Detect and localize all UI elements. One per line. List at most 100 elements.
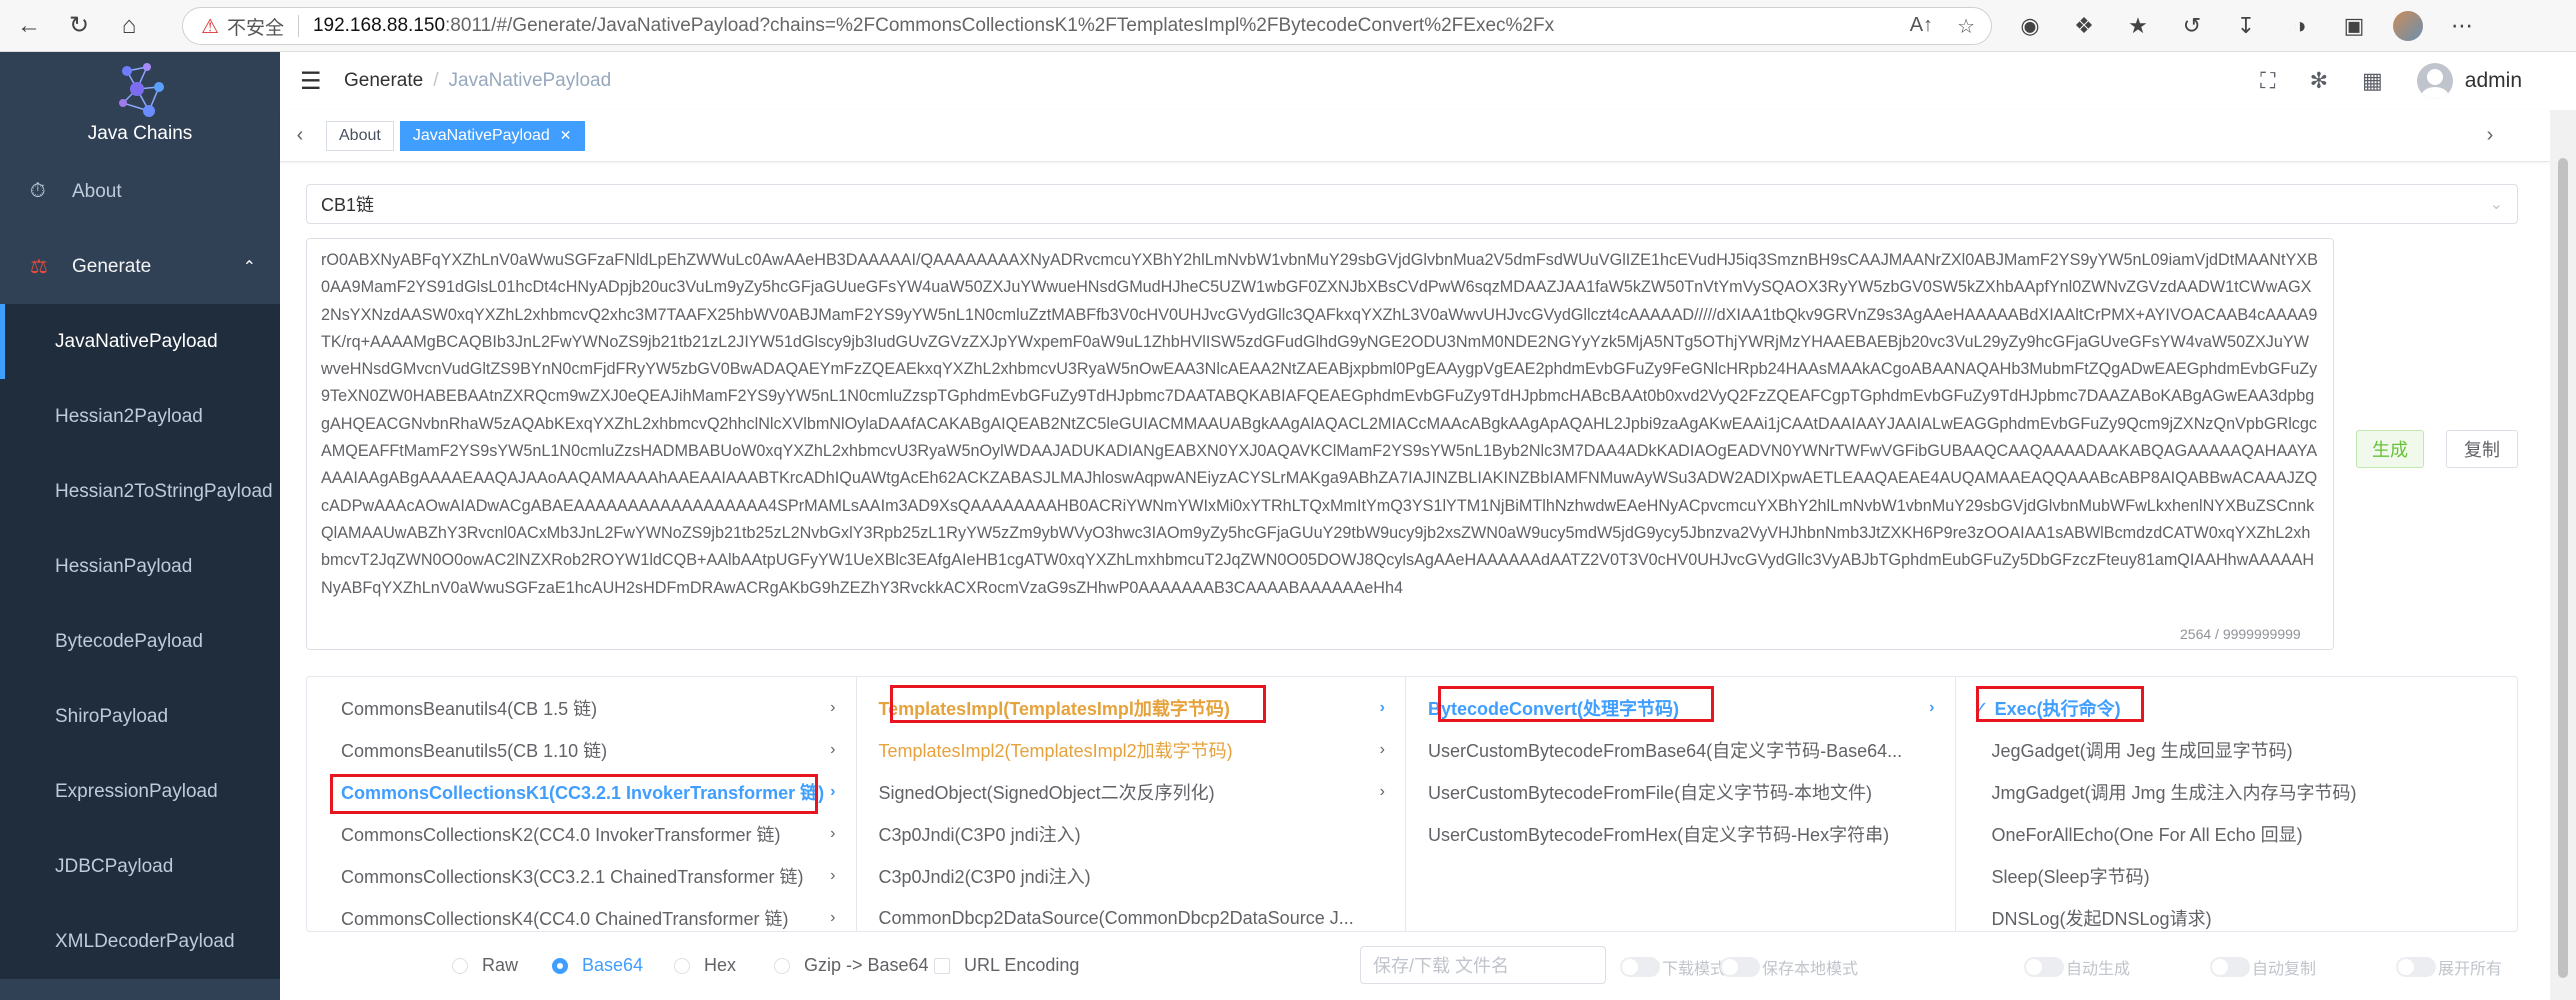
favorite-star-icon[interactable]: ☆ — [1957, 14, 1975, 39]
switch-label: 保存本地模式 — [1762, 961, 1859, 978]
download-icon[interactable]: ↧ — [2226, 6, 2266, 46]
radio-dot — [774, 957, 790, 974]
expand-all-switch[interactable]: 展开所有 — [2396, 955, 2502, 979]
radio-hex[interactable]: Hex — [674, 955, 736, 976]
history-icon[interactable]: ↺ — [2172, 6, 2212, 46]
cascader-option[interactable]: CommonsCollectionsK2(CC4.0 InvokerTransf… — [307, 813, 856, 855]
cascader-option[interactable]: DNSLog(发起DNSLog请求) — [1956, 897, 2517, 931]
close-icon[interactable]: ✕ — [560, 127, 572, 144]
cascader-option[interactable]: CommonDbcp2DataSource(CommonDbcp2DataSou… — [857, 897, 1406, 931]
cascader-option-selected[interactable]: CommonsCollectionsK1(CC3.2.1 InvokerTran… — [307, 771, 856, 813]
cascader-option[interactable]: JegGadget(调用 Jeg 生成回显字节码) — [1956, 729, 2517, 771]
about-icon: ⏱ — [30, 180, 46, 202]
sidebar-item-javanativepayload[interactable]: JavaNativePayload — [0, 304, 280, 379]
address-bar[interactable]: ⚠ 不安全 192.168.88.150 :8011/#/Generate/Ja… — [182, 7, 1992, 45]
user-avatar[interactable] — [2416, 63, 2453, 99]
cascader-option[interactable]: UserCustomBytecodeFromBase64(自定义字节码-Base… — [1406, 729, 1955, 771]
scrollbar-thumb[interactable] — [2558, 158, 2568, 978]
option-label: BytecodeConvert(处理字节码) — [1428, 699, 1680, 719]
logo[interactable]: Java Chains — [0, 52, 280, 154]
chain-select[interactable]: CB1链 ⌄ — [306, 184, 2518, 224]
username[interactable]: admin — [2465, 69, 2522, 93]
download-mode-switch[interactable]: 下载模式 — [1620, 955, 1726, 979]
radio-raw[interactable]: Raw — [452, 955, 518, 976]
sidebar-item-shiropayload[interactable]: ShiroPayload — [0, 679, 280, 754]
sidebar-item-hessian2payload[interactable]: Hessian2Payload — [0, 379, 280, 454]
auto-generate-switch[interactable]: 自动生成 — [2024, 955, 2130, 979]
sidebar-item-hessian2tostringpayload[interactable]: Hessian2ToStringPayload — [0, 454, 280, 529]
cascader-option[interactable]: UserCustomBytecodeFromFile(自定义字节码-本地文件) — [1406, 771, 1955, 813]
sidebar-item-jdbcpayload[interactable]: JDBCPayload — [0, 829, 280, 904]
chevron-right-icon: › — [1929, 699, 1935, 716]
switch-label: 展开所有 — [2438, 961, 2503, 978]
cascader-option[interactable]: CommonsBeanutils5(CB 1.10 链) › — [307, 729, 856, 771]
layout-grid-icon[interactable]: ▦ — [2362, 68, 2383, 94]
switch-label: 自动复制 — [2252, 961, 2317, 978]
hamburger-icon[interactable]: ☰ — [300, 67, 322, 96]
tags-scroll-left-icon[interactable]: ‹ — [280, 124, 320, 147]
cascader-option-selected[interactable]: ✓ Exec(执行命令) — [1956, 687, 2517, 729]
refresh-icon[interactable]: ↻ — [58, 5, 100, 47]
chain-cascader: CommonsBeanutils4(CB 1.5 链) › CommonsBean… — [306, 676, 2518, 932]
tag-about[interactable]: About — [326, 120, 394, 151]
cascader-option[interactable]: OneForAllEcho(One For All Echo 回显) — [1956, 813, 2517, 855]
copy-button[interactable]: 复制 — [2446, 430, 2518, 468]
profile-avatar[interactable] — [2388, 6, 2428, 46]
sidebar-item-label: Hessian2ToStringPayload — [55, 480, 273, 502]
cascader-option[interactable]: Sleep(Sleep字节码) — [1956, 855, 2517, 897]
option-label: UserCustomBytecodeFromFile(自定义字节码-本地文件) — [1428, 783, 1873, 803]
collections-icon[interactable]: ▣ — [2334, 6, 2374, 46]
back-icon[interactable]: ← — [8, 5, 50, 47]
auto-copy-switch[interactable]: 自动复制 — [2210, 955, 2316, 979]
sidebar-item-label: XMLDecoderPayload — [55, 930, 235, 952]
sidebar: Java Chains ⏱ About ⚖ Generate ⌃ JavaNat… — [0, 52, 280, 1000]
filename-input[interactable]: 保存/下载 文件名 — [1360, 946, 1606, 984]
cascader-option[interactable]: CommonsBeanutils4(CB 1.5 链) › — [307, 687, 856, 729]
chevron-right-icon: › — [1379, 741, 1385, 758]
payload-textarea[interactable]: rO0ABXNyABFqYXZhLnV0aWwuSGFzaFNldLpEhZWW… — [306, 238, 2334, 650]
extensions-puzzle-icon[interactable]: ❖ — [2064, 6, 2104, 46]
cascader-option-selected[interactable]: BytecodeConvert(处理字节码) › — [1406, 687, 1955, 729]
cascader-option-selected[interactable]: TemplatesImpl(TemplatesImpl加载字节码) › — [857, 687, 1406, 729]
cascader-option[interactable]: C3p0Jndi2(C3P0 jndi注入) — [857, 855, 1406, 897]
chevron-right-icon: › — [1379, 699, 1385, 716]
sidebar-item-expressionpayload[interactable]: ExpressionPayload — [0, 754, 280, 829]
sidebar-item-xmldecoderpayload[interactable]: XMLDecoderPayload — [0, 904, 280, 979]
cascader-option[interactable]: SignedObject(SignedObject二次反序列化) › — [857, 771, 1406, 813]
favorites-icon[interactable]: ★ — [2118, 6, 2158, 46]
sidebar-item-hessianpayload[interactable]: HessianPayload — [0, 529, 280, 604]
radio-label: Raw — [482, 955, 519, 975]
cascader-option[interactable]: C3p0Jndi(C3P0 jndi注入) — [857, 813, 1406, 855]
scrollbar[interactable] — [2550, 110, 2576, 1000]
radio-label: Hex — [704, 955, 737, 975]
radio-gzip-base64[interactable]: Gzip -> Base64 — [774, 955, 929, 976]
divider — [297, 15, 299, 37]
checkbox-url-encoding[interactable]: URL Encoding — [934, 955, 1079, 976]
tag-java-native-payload[interactable]: JavaNativePayload ✕ — [399, 120, 585, 151]
cascader-option[interactable]: CommonsCollectionsK3(CC3.2.1 ChainedTran… — [307, 855, 856, 897]
option-label: UserCustomBytecodeFromHex(自定义字节码-Hex字符串) — [1428, 825, 1890, 845]
generate-button[interactable]: 生成 — [2356, 430, 2424, 468]
sidebar-item-bytecodepayload[interactable]: BytecodePayload — [0, 604, 280, 679]
extension-circle-icon[interactable]: ◉ — [2010, 6, 2050, 46]
cascader-option[interactable]: JmgGadget(调用 Jmg 生成注入内存马字节码) — [1956, 771, 2517, 813]
fullscreen-icon[interactable]: ⛶ — [2260, 68, 2275, 94]
sidebar-item-generate[interactable]: ⚖ Generate ⌃ — [0, 229, 280, 304]
url-host: 192.168.88.150 — [312, 15, 446, 36]
cascader-option[interactable]: CommonsCollectionsK4(CC4.0 ChainedTransf… — [307, 897, 856, 931]
home-icon[interactable]: ⌂ — [108, 5, 150, 47]
cascader-option[interactable]: TemplatesImpl2(TemplatesImpl2加载字节码) › — [857, 729, 1406, 771]
radio-base64[interactable]: Base64 — [552, 955, 643, 976]
save-local-mode-switch[interactable]: 保存本地模式 — [1720, 955, 1858, 979]
security-extension-icon[interactable]: ◑ — [2280, 6, 2320, 46]
option-label: CommonsCollectionsK4(CC4.0 ChainedTransf… — [341, 909, 789, 929]
tags-scroll-right-icon[interactable]: › — [2470, 124, 2510, 147]
cascader-option[interactable]: UserCustomBytecodeFromHex(自定义字节码-Hex字符串) — [1406, 813, 1955, 855]
sidebar-item-about[interactable]: ⏱ About — [0, 154, 280, 229]
breadcrumb-root[interactable]: Generate — [344, 70, 423, 91]
theme-icon[interactable]: ✻ — [2310, 68, 2328, 94]
settings-more-icon[interactable]: ⋯ — [2442, 6, 2482, 46]
read-aloud-icon[interactable]: A↑ — [1910, 14, 1933, 39]
breadcrumb-current: JavaNativePayload — [448, 70, 612, 91]
switch-track — [2396, 957, 2436, 977]
